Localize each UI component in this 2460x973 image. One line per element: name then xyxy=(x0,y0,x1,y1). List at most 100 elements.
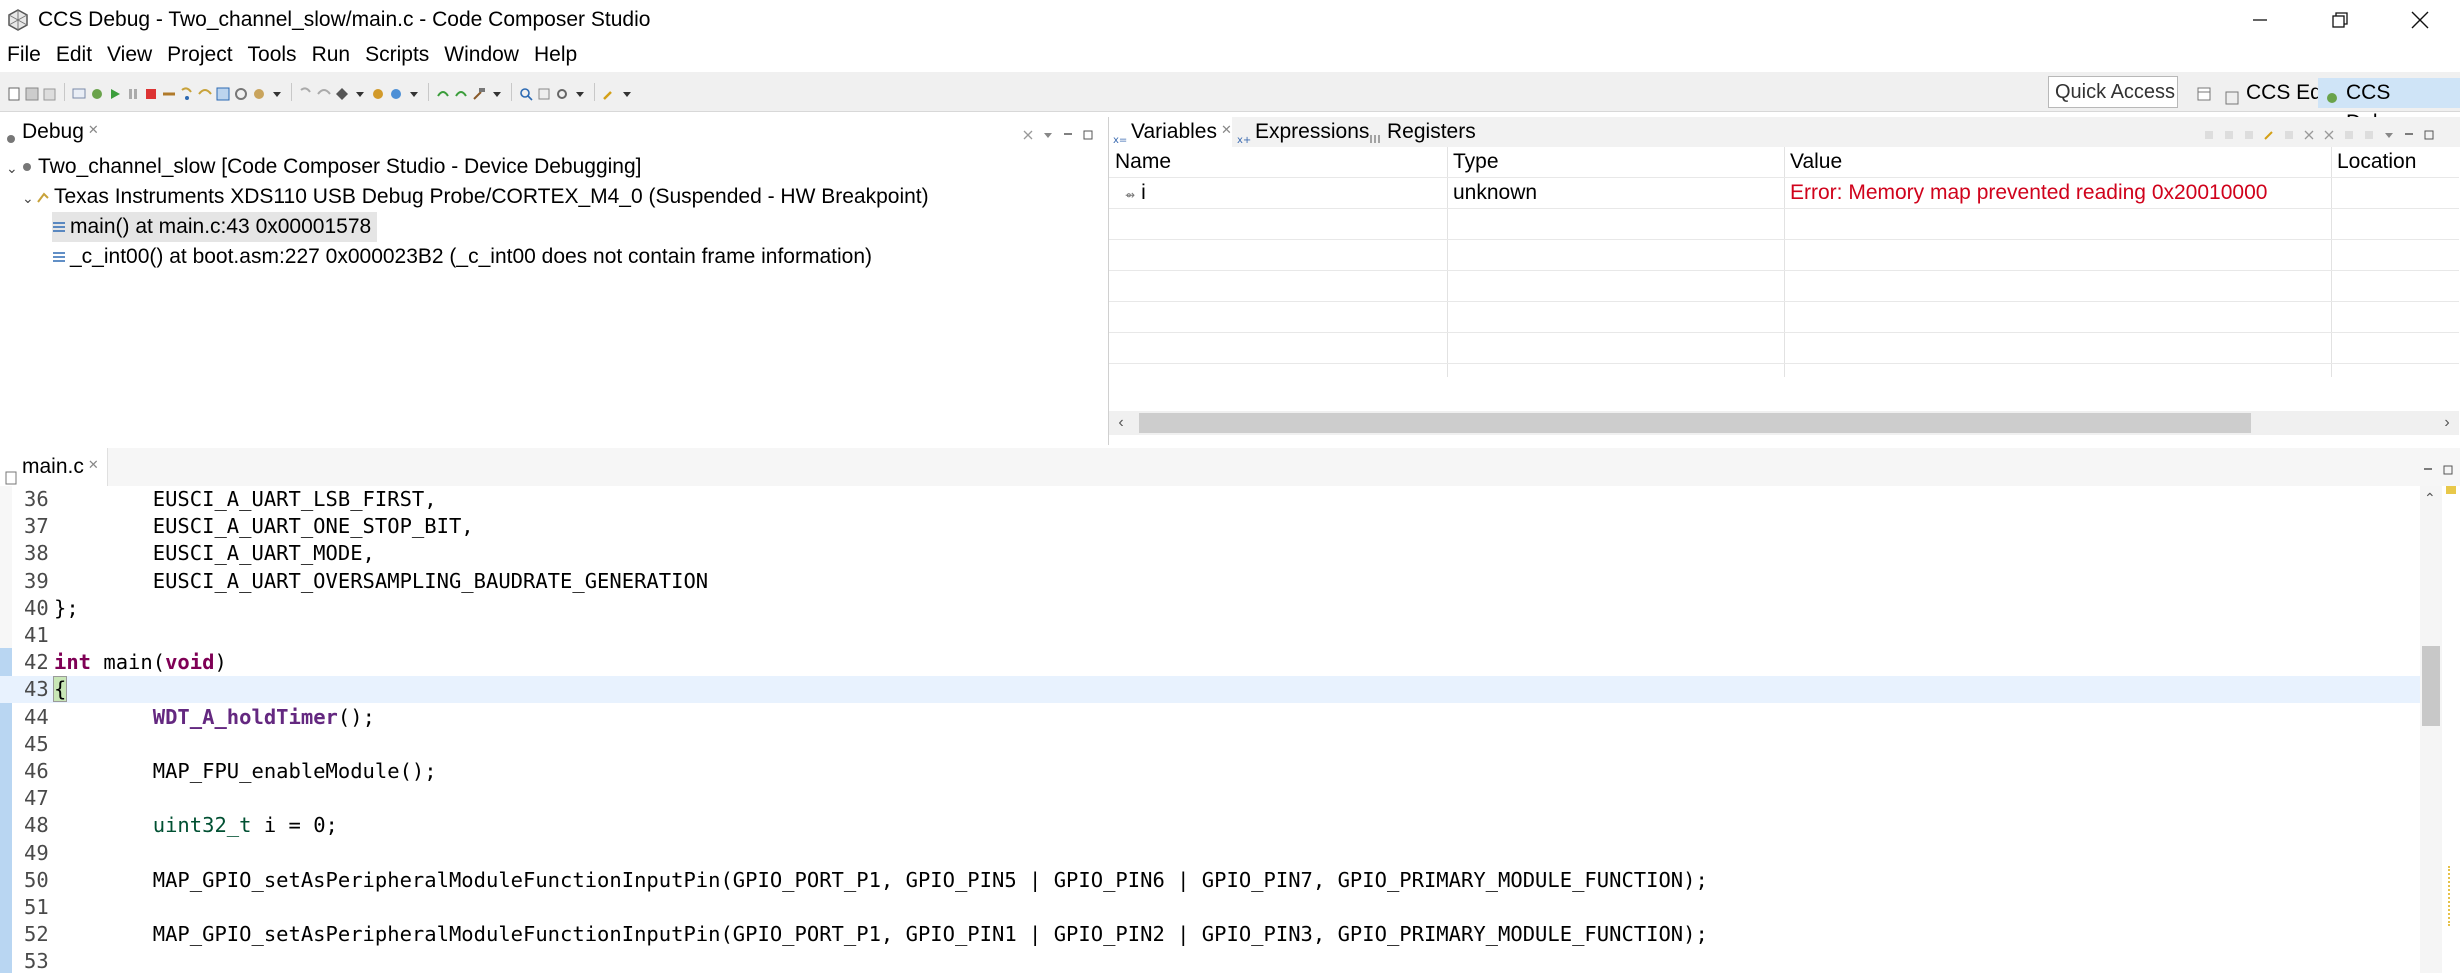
dropdown-icon[interactable] xyxy=(489,84,505,100)
code-line[interactable]: 50 MAP_GPIO_setAsPeripheralModuleFunctio… xyxy=(0,867,2420,894)
column-header-name[interactable]: Name xyxy=(1109,147,1171,177)
horizontal-scrollbar[interactable]: ‹ › xyxy=(1109,411,2459,435)
code-line[interactable]: 51 xyxy=(0,894,2420,921)
close-tab-icon[interactable]: ✕ xyxy=(88,122,99,137)
maximize-view-icon[interactable] xyxy=(2442,458,2454,475)
minimize-button[interactable] xyxy=(2226,0,2294,40)
code-line[interactable]: 53 xyxy=(0,948,2420,973)
tab-expressions[interactable]: x+ Expressions xyxy=(1233,117,1369,147)
pin-icon[interactable] xyxy=(601,84,617,100)
dropdown-icon[interactable] xyxy=(406,84,422,100)
tab-main-c[interactable]: main.c ✕ xyxy=(0,448,108,486)
code-line[interactable]: 38 EUSCI_A_UART_MODE, xyxy=(0,540,2420,567)
search-icon[interactable] xyxy=(518,84,534,101)
menu-view[interactable]: View xyxy=(100,40,160,70)
vertical-scrollbar[interactable]: ⌃ xyxy=(2420,486,2442,973)
code-line[interactable]: 39 EUSCI_A_UART_OVERSAMPLING_BAUDRATE_GE… xyxy=(0,568,2420,595)
show-logical-structure-icon[interactable] xyxy=(2223,123,2235,139)
variable-value-cell[interactable]: Error: Memory map prevented reading 0x20… xyxy=(1784,178,2267,208)
save-icon[interactable] xyxy=(24,84,40,101)
remove-terminated-icon[interactable] xyxy=(1022,123,1034,140)
open-perspective-icon[interactable] xyxy=(2196,84,2212,101)
maximize-view-icon[interactable] xyxy=(1082,123,1094,140)
open-resource-icon[interactable] xyxy=(536,84,552,100)
debug-icon[interactable] xyxy=(89,84,105,100)
column-header-location[interactable]: Location xyxy=(2331,147,2416,177)
new-view-icon[interactable] xyxy=(2343,123,2355,139)
code-line[interactable]: 46 MAP_FPU_enableModule(); xyxy=(0,758,2420,785)
tree-item-stack-frame-c-int00[interactable]: _c_int00() at boot.asm:227 0x000023B2 (_… xyxy=(52,242,872,272)
menu-scripts[interactable]: Scripts xyxy=(358,40,437,70)
code-line[interactable]: 45 xyxy=(0,731,2420,758)
load-program-icon[interactable] xyxy=(334,84,350,100)
dropdown-icon[interactable] xyxy=(572,84,588,100)
tab-variables[interactable]: x= Variables ✕ xyxy=(1109,117,1232,147)
reset-icon[interactable] xyxy=(251,84,267,100)
tree-item-project[interactable]: ⌄ Two_channel_slow [Code Composer Studio … xyxy=(6,152,642,182)
dropdown-icon[interactable] xyxy=(352,84,368,100)
step-into-icon[interactable] xyxy=(179,84,195,100)
collapse-arrow-icon[interactable]: ⌄ xyxy=(22,183,36,213)
build-icon[interactable] xyxy=(71,84,87,100)
tab-debug[interactable]: Debug ✕ xyxy=(0,117,99,147)
menu-file[interactable]: File xyxy=(0,40,49,70)
gear-icon[interactable] xyxy=(554,84,570,100)
column-header-value[interactable]: Value xyxy=(1784,147,1842,177)
run-to-line-icon[interactable] xyxy=(370,84,386,100)
close-tab-icon[interactable]: ✕ xyxy=(88,457,99,472)
code-line[interactable]: 52 MAP_GPIO_setAsPeripheralModuleFunctio… xyxy=(0,921,2420,948)
code-area[interactable]: 36 EUSCI_A_UART_LSB_FIRST, 37 EUSCI_A_UAR… xyxy=(0,486,2420,973)
menu-project[interactable]: Project xyxy=(160,40,240,70)
remove-all-icon[interactable] xyxy=(2323,123,2335,140)
dropdown-icon[interactable] xyxy=(619,84,635,100)
select-all-icon[interactable] xyxy=(2283,123,2295,139)
code-line[interactable]: 48 uint32_t i = 0; xyxy=(0,812,2420,839)
step-return-icon[interactable] xyxy=(215,84,231,101)
maximize-view-icon[interactable] xyxy=(2423,123,2435,140)
pin-view-icon[interactable] xyxy=(2363,123,2375,139)
code-line[interactable]: 41 xyxy=(0,622,2420,649)
suspend-icon[interactable] xyxy=(125,84,141,100)
assembly-step-into-icon[interactable] xyxy=(298,84,314,100)
menu-help[interactable]: Help xyxy=(527,40,585,70)
step-over-icon[interactable] xyxy=(197,84,213,100)
perspective-ccs-debug[interactable]: CCS Debug xyxy=(2318,78,2460,134)
code-line[interactable]: 37 EUSCI_A_UART_ONE_STOP_BIT, xyxy=(0,513,2420,540)
view-menu-icon[interactable] xyxy=(2383,123,2395,138)
minimize-view-icon[interactable] xyxy=(2422,458,2434,470)
step-over-c-icon[interactable] xyxy=(453,84,469,100)
code-line[interactable]: 44 WDT_A_holdTimer(); xyxy=(0,704,2420,731)
connect-target-icon[interactable] xyxy=(388,84,404,100)
step-into-c-icon[interactable] xyxy=(435,84,451,100)
minimize-view-icon[interactable] xyxy=(1062,123,1074,135)
code-line[interactable]: 47 xyxy=(0,785,2420,812)
add-watch-icon[interactable] xyxy=(2263,123,2275,140)
collapse-all-icon[interactable] xyxy=(2243,123,2255,139)
minimize-view-icon[interactable] xyxy=(2403,123,2415,135)
scrollbar-thumb[interactable] xyxy=(1139,413,2251,433)
dropdown-icon[interactable] xyxy=(269,84,285,100)
code-line[interactable]: 43{ xyxy=(0,676,2420,704)
quick-access-input[interactable]: Quick Access xyxy=(2048,76,2178,108)
close-tab-icon[interactable]: ✕ xyxy=(1221,122,1232,137)
hammer-icon[interactable] xyxy=(471,84,487,100)
code-line[interactable]: 40}; xyxy=(0,595,2420,622)
tree-item-probe[interactable]: ⌄ Texas Instruments XDS110 USB Debug Prob… xyxy=(22,182,929,212)
code-line[interactable]: 49 xyxy=(0,840,2420,867)
restore-button[interactable] xyxy=(2306,0,2374,40)
column-header-type[interactable]: Type xyxy=(1447,147,1499,177)
scroll-left-icon[interactable]: ‹ xyxy=(1109,411,1133,435)
scroll-up-icon[interactable]: ⌃ xyxy=(2424,490,2436,507)
menu-run[interactable]: Run xyxy=(305,40,359,70)
menu-window[interactable]: Window xyxy=(437,40,527,70)
scroll-right-icon[interactable]: › xyxy=(2435,411,2459,435)
close-button[interactable] xyxy=(2386,0,2454,40)
scrollbar-thumb[interactable] xyxy=(2422,646,2440,726)
remove-icon[interactable] xyxy=(2303,123,2315,140)
collapse-arrow-icon[interactable]: ⌄ xyxy=(6,153,20,183)
code-line[interactable]: 36 EUSCI_A_UART_LSB_FIRST, xyxy=(0,486,2420,513)
restart-icon[interactable] xyxy=(233,84,249,100)
tree-item-stack-frame-main[interactable]: main() at main.c:43 0x00001578 xyxy=(52,212,378,242)
show-type-names-icon[interactable] xyxy=(2203,123,2215,139)
menu-tools[interactable]: Tools xyxy=(241,40,305,70)
